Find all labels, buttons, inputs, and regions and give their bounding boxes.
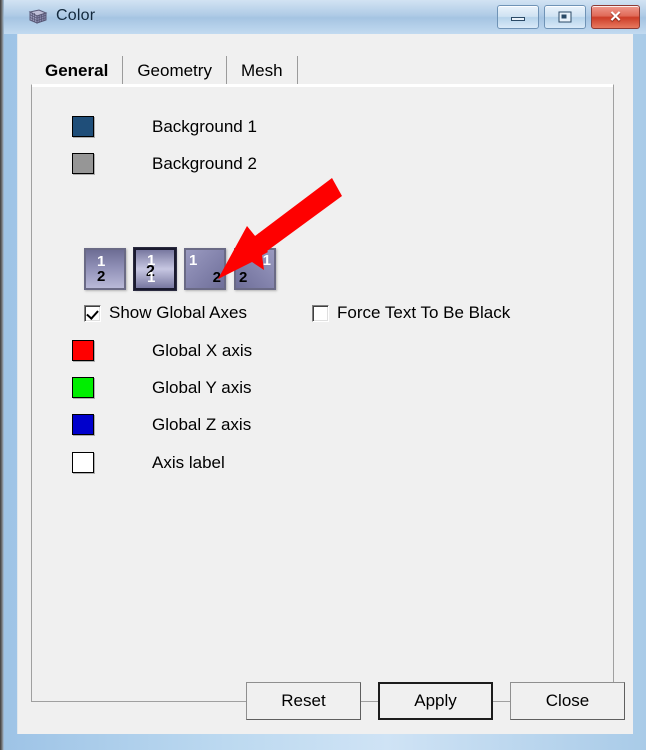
close-button[interactable]: ✕ — [591, 5, 640, 29]
window-frame: Color ✕ General Geometry Mesh Background… — [0, 0, 646, 750]
dialog-button-row: Reset Apply Close — [246, 682, 625, 720]
close-dialog-button[interactable]: Close — [510, 682, 625, 720]
label-axis-label: Axis label — [152, 452, 225, 472]
tab-strip: General Geometry Mesh — [31, 54, 298, 86]
swatch-background-2[interactable] — [72, 153, 94, 174]
tab-panel-general: Background 1 Background 2 1 2 1 2 1 1 2 … — [31, 84, 614, 702]
close-icon: ✕ — [609, 8, 622, 26]
gradient-vertical-1-top-button[interactable]: 1 2 — [84, 248, 126, 290]
tab-geometry[interactable]: Geometry — [123, 56, 227, 86]
row-background-2: Background 2 — [72, 153, 257, 174]
gradient-btn-3-bottom-label: 2 — [212, 269, 221, 286]
row-global-z-axis: Global Z axis — [72, 414, 251, 435]
label-background-2: Background 2 — [152, 153, 257, 173]
swatch-axis-label[interactable] — [72, 452, 94, 473]
window-frame-left-edge — [0, 0, 4, 750]
gradient-btn-4-top-label: 1 — [262, 252, 271, 269]
row-background-1: Background 1 — [72, 116, 257, 137]
label-background-1: Background 1 — [152, 116, 257, 136]
checkbox-show-global-axes-label: Show Global Axes — [109, 303, 247, 322]
apply-button-label: Apply — [414, 691, 457, 710]
checkbox-force-text-black-label: Force Text To Be Black — [337, 303, 511, 322]
window-controls: ✕ — [497, 5, 640, 29]
swatch-background-1[interactable] — [72, 116, 94, 137]
gradient-btn-4-bottom-label: 2 — [239, 269, 248, 286]
tab-general-label: General — [45, 61, 109, 80]
gradient-center-2-button[interactable]: 1 2 1 — [133, 247, 177, 291]
titlebar[interactable]: Color ✕ — [4, 0, 646, 34]
row-global-x-axis: Global X axis — [72, 340, 252, 361]
minimize-button[interactable] — [497, 5, 539, 29]
mesh-grid-icon — [28, 9, 48, 24]
reset-button-label: Reset — [281, 691, 326, 710]
checkbox-show-global-axes-box[interactable] — [84, 304, 101, 322]
tab-geometry-label: Geometry — [137, 61, 212, 80]
gradient-btn-2-bottom-label: 1 — [147, 269, 156, 286]
label-global-y-axis: Global Y axis — [152, 377, 252, 397]
close-dialog-button-label: Close — [545, 691, 590, 710]
label-global-z-axis: Global Z axis — [152, 414, 252, 434]
window-title: Color — [56, 7, 96, 24]
checkbox-show-global-axes[interactable]: Show Global Axes — [84, 303, 247, 323]
label-global-x-axis: Global X axis — [152, 340, 253, 360]
apply-button[interactable]: Apply — [378, 682, 493, 720]
checkbox-force-text-black[interactable]: Force Text To Be Black — [312, 303, 510, 323]
gradient-btn-1-bottom-label: 2 — [97, 268, 106, 285]
tab-mesh-label: Mesh — [240, 61, 283, 80]
gradient-btn-3-top-label: 1 — [189, 252, 198, 269]
swatch-global-y-axis[interactable] — [72, 377, 94, 398]
row-global-y-axis: Global Y axis — [72, 377, 252, 398]
gradient-direction-buttons: 1 2 1 2 1 1 2 1 2 — [84, 247, 276, 291]
gradient-diagonal-1-topleft-button[interactable]: 1 2 — [184, 248, 226, 290]
maximize-icon — [558, 11, 572, 23]
tab-mesh[interactable]: Mesh — [226, 56, 298, 86]
maximize-button[interactable] — [544, 5, 586, 29]
swatch-global-z-axis[interactable] — [72, 414, 94, 435]
gradient-btn-1-top-label: 1 — [97, 253, 106, 270]
dialog-client-area: General Geometry Mesh Background 1 Backg… — [17, 34, 633, 734]
row-axis-label: Axis label — [72, 452, 225, 473]
checkbox-force-text-black-box[interactable] — [312, 304, 329, 322]
swatch-global-x-axis[interactable] — [72, 340, 94, 361]
reset-button[interactable]: Reset — [246, 682, 361, 720]
tab-general[interactable]: General — [31, 56, 124, 86]
gradient-diagonal-1-topright-button[interactable]: 1 2 — [234, 248, 276, 290]
minimize-icon — [511, 17, 525, 22]
